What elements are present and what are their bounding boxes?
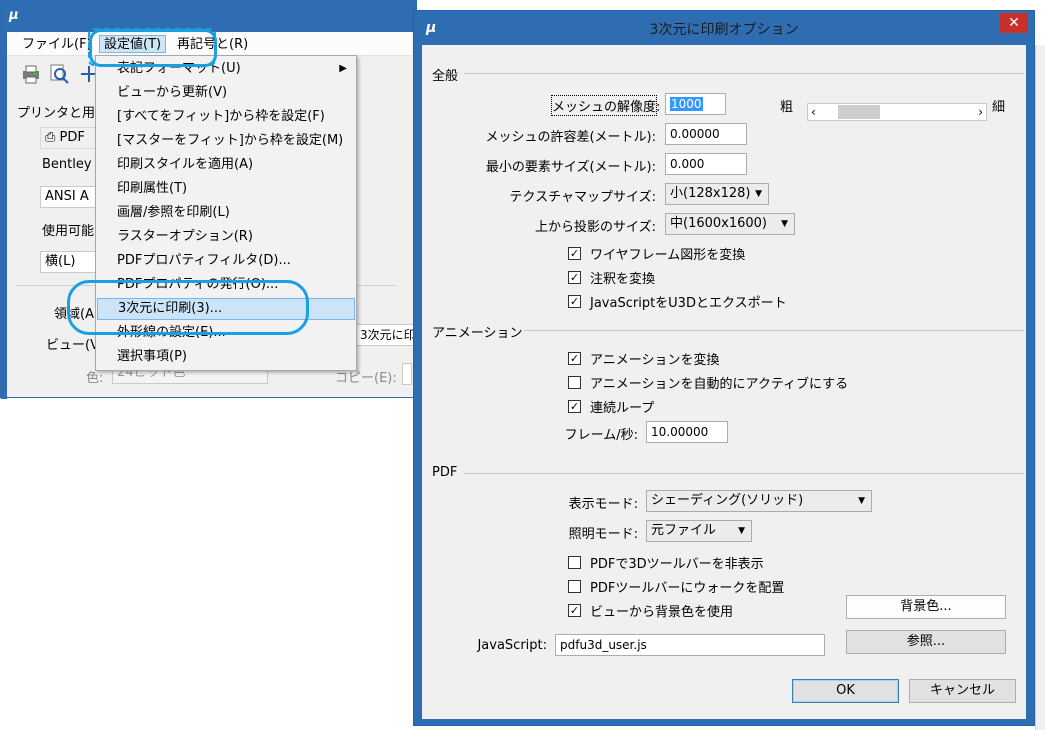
menu-item-update-from-view[interactable]: ビューから更新(V) bbox=[97, 82, 355, 104]
top-projection-size-label: 上から投影のサイズ: bbox=[535, 220, 656, 235]
convert-animation-checkbox[interactable]: ✓ bbox=[568, 352, 581, 365]
mesh-resolution-slider[interactable]: ‹ › bbox=[807, 103, 987, 121]
section-divider bbox=[464, 73, 1024, 74]
chevron-down-icon: ▼ bbox=[755, 189, 762, 199]
printer-select[interactable]: ⎙ PDF bbox=[40, 127, 100, 149]
lighting-mode-label: 照明モード: bbox=[568, 527, 638, 542]
submenu-arrow-icon: ▶ bbox=[339, 63, 347, 74]
slider-right-arrow-icon[interactable]: › bbox=[978, 104, 983, 120]
fine-label: 細 bbox=[992, 100, 1006, 115]
section-pdf-label: PDF bbox=[432, 465, 458, 480]
hide-3d-toolbar-checkbox[interactable] bbox=[568, 556, 581, 569]
bg-from-view-label: ビューから背景色を使用 bbox=[590, 605, 734, 620]
mesh-resolution-input[interactable]: 1000 bbox=[665, 93, 726, 115]
display-mode-select[interactable]: シェーディング(ソリッド) ▼ bbox=[646, 490, 872, 512]
dialog-title-bar: µ 3次元に印刷オプション ✕ bbox=[414, 11, 1034, 45]
print3d-field[interactable]: 3次元に印刷 bbox=[355, 324, 415, 346]
bg-from-view-checkbox[interactable]: ✓ bbox=[568, 604, 581, 617]
settings-dropdown-menu: 表記フォーマット(U) ▶ ビューから更新(V) [すべてをフィット]から枠を設定… bbox=[95, 55, 357, 371]
coarse-label: 粗 bbox=[780, 100, 794, 115]
menu-file[interactable]: ファイル(F) bbox=[18, 36, 96, 54]
top-projection-size-select[interactable]: 中(1600x1600) ▼ bbox=[665, 213, 795, 235]
menu-item-print-layers[interactable]: 画層/参照を印刷(L) bbox=[97, 202, 355, 224]
menu-item-outline-settings[interactable]: 外形線の設定(E)... bbox=[97, 322, 355, 344]
menu-item-pdf-property-issue[interactable]: PDFプロパティの発行(O)... bbox=[97, 274, 355, 296]
convert-annotations-checkbox[interactable]: ✓ bbox=[568, 271, 581, 284]
slider-thumb[interactable] bbox=[838, 105, 880, 119]
orientation-select[interactable]: 横(L) bbox=[40, 251, 100, 273]
window-edge bbox=[1, 32, 7, 399]
dialog-client-area: 全般 メッシュの解像度: 1000 粗 ‹ › 細 メッシュの許容差(メートル)… bbox=[422, 45, 1026, 719]
menu-item-print-3d[interactable]: 3次元に印刷(3)... bbox=[97, 298, 355, 320]
chevron-down-icon: ▼ bbox=[858, 496, 865, 506]
display-mode-label: 表示モード: bbox=[568, 497, 638, 512]
auto-activate-checkbox[interactable] bbox=[568, 376, 581, 389]
convert-wireframe-checkbox[interactable]: ✓ bbox=[568, 247, 581, 260]
section-general-label: 全般 bbox=[432, 69, 459, 84]
texture-map-size-select[interactable]: 小(128x128) ▼ bbox=[665, 183, 769, 205]
min-element-size-label: 最小の要素サイズ(メートル): bbox=[485, 160, 656, 175]
min-element-size-input[interactable]: 0.000 bbox=[665, 153, 747, 175]
chevron-down-icon: ▼ bbox=[781, 219, 788, 229]
convert-animation-label: アニメーションを変換 bbox=[590, 353, 720, 368]
menu-record[interactable]: 再記号と(R) bbox=[173, 36, 252, 54]
cancel-button[interactable]: キャンセル bbox=[909, 679, 1016, 703]
background-window-right-edge bbox=[1035, 45, 1045, 730]
menu-item-fit-all[interactable]: [すべてをフィット]から枠を設定(F) bbox=[97, 106, 355, 128]
paper-select[interactable]: ANSI A bbox=[40, 186, 100, 208]
app-logo-icon: µ bbox=[9, 8, 19, 23]
export-js-u3d-label: JavaScriptをU3Dとエクスポート bbox=[590, 296, 787, 311]
printer-icon[interactable] bbox=[20, 63, 42, 85]
background-title-bar: µ bbox=[1, 1, 416, 32]
pdf-printer-icon: ⎙ bbox=[45, 130, 56, 145]
close-icon: ✕ bbox=[1008, 15, 1020, 31]
javascript-label: JavaScript: bbox=[477, 638, 547, 653]
continuous-loop-label: 連続ループ bbox=[590, 401, 655, 416]
hide-3d-toolbar-label: PDFで3Dツールバーを非表示 bbox=[590, 557, 764, 572]
preview-icon[interactable] bbox=[48, 63, 70, 85]
menu-item-print-attributes[interactable]: 印刷属性(T) bbox=[97, 178, 355, 200]
menu-item-notation-format[interactable]: 表記フォーマット(U) ▶ bbox=[97, 58, 355, 80]
section-animation-label: アニメーション bbox=[432, 326, 523, 341]
javascript-input[interactable]: pdfu3d_user.js bbox=[555, 634, 825, 656]
mesh-tolerance-label: メッシュの許容差(メートル): bbox=[485, 130, 656, 145]
walk-toolbar-label: PDFツールバーにウォークを配置 bbox=[590, 581, 785, 596]
menu-item-apply-print-style[interactable]: 印刷スタイルを適用(A) bbox=[97, 154, 355, 176]
area-label: 領域(A) bbox=[54, 307, 100, 322]
section-divider bbox=[524, 330, 1024, 331]
continuous-loop-checkbox[interactable]: ✓ bbox=[568, 400, 581, 413]
export-js-u3d-checkbox[interactable]: ✓ bbox=[568, 295, 581, 308]
menu-item-selection[interactable]: 選択事項(P) bbox=[97, 346, 355, 368]
auto-activate-label: アニメーションを自動的にアクティブにする bbox=[590, 377, 849, 392]
menu-item-raster-options[interactable]: ラスターオプション(R) bbox=[97, 226, 355, 248]
browse-button[interactable]: 参照... bbox=[846, 630, 1006, 654]
dialog-title: 3次元に印刷オプション bbox=[649, 22, 799, 38]
ok-button[interactable]: OK bbox=[792, 679, 899, 703]
convert-wireframe-label: ワイヤフレーム図形を変換 bbox=[590, 248, 746, 263]
fps-label: フレーム/秒: bbox=[564, 428, 638, 443]
slider-left-arrow-icon[interactable]: ‹ bbox=[811, 104, 816, 120]
mesh-tolerance-input[interactable]: 0.00000 bbox=[665, 123, 747, 145]
menu-item-fit-master[interactable]: [マスターをフィット]から枠を設定(M) bbox=[97, 130, 355, 152]
convert-annotations-label: 注釈を変換 bbox=[590, 272, 656, 287]
mesh-resolution-label: メッシュの解像度: bbox=[551, 95, 660, 116]
lighting-mode-select[interactable]: 元ファイル ▼ bbox=[646, 520, 752, 542]
menu-item-pdf-property-filter[interactable]: PDFプロパティフィルタ(D)... bbox=[97, 250, 355, 272]
print-3d-options-dialog: µ 3次元に印刷オプション ✕ 全般 メッシュの解像度: 1000 粗 ‹ › … bbox=[413, 10, 1035, 726]
menu-settings[interactable]: 設定値(T) bbox=[99, 35, 167, 53]
copies-field[interactable] bbox=[402, 363, 412, 385]
close-button[interactable]: ✕ bbox=[1000, 13, 1028, 33]
chevron-down-icon: ▼ bbox=[738, 526, 745, 536]
background-menubar: ファイル(F) 設定値(T) 再記号と(R) bbox=[2, 32, 412, 56]
texture-map-size-label: テクスチャマップサイズ: bbox=[509, 190, 656, 205]
fps-input[interactable]: 10.00000 bbox=[646, 421, 728, 443]
background-color-button[interactable]: 背景色... bbox=[846, 595, 1006, 619]
section-divider bbox=[464, 473, 1024, 474]
walk-toolbar-checkbox[interactable] bbox=[568, 580, 581, 593]
